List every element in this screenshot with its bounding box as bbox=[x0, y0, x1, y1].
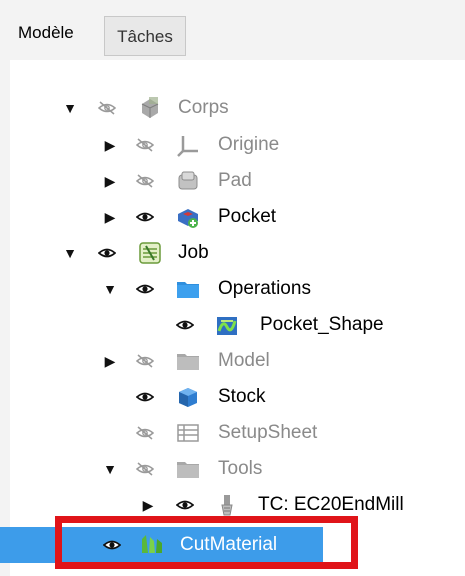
pad-icon bbox=[176, 169, 200, 193]
tree-item-stock[interactable]: Stock bbox=[10, 379, 465, 415]
job-icon bbox=[138, 241, 162, 265]
hidden-eye-icon[interactable] bbox=[134, 415, 156, 451]
hidden-eye-icon[interactable] bbox=[96, 90, 118, 126]
pocket-icon bbox=[176, 205, 200, 229]
hidden-eye-icon[interactable] bbox=[134, 451, 156, 487]
tree-item-origine[interactable]: ▶ Origine bbox=[10, 127, 465, 163]
collapsed-arrow-icon[interactable]: ▶ bbox=[102, 163, 118, 199]
expanded-arrow-icon[interactable]: ▼ bbox=[62, 90, 78, 126]
tree-item-label: SetupSheet bbox=[218, 422, 318, 443]
tree-item-label: Pocket_Shape bbox=[260, 314, 384, 335]
tree-item-label: Pocket bbox=[218, 206, 277, 227]
origin-icon bbox=[176, 133, 200, 157]
tree-item-label: Corps bbox=[178, 97, 229, 118]
expanded-arrow-icon[interactable]: ▼ bbox=[102, 451, 118, 487]
tree-item-pad[interactable]: ▶ Pad bbox=[10, 163, 465, 199]
hidden-eye-icon[interactable] bbox=[134, 163, 156, 199]
eye-icon[interactable] bbox=[174, 307, 196, 343]
eye-icon[interactable] bbox=[96, 235, 118, 271]
collapsed-arrow-icon[interactable]: ▶ bbox=[102, 199, 118, 235]
highlight-box bbox=[55, 516, 358, 569]
tree-item-label: Operations bbox=[218, 278, 311, 299]
tree-item-pocket-shape[interactable]: Pocket_Shape bbox=[10, 307, 465, 343]
eye-icon[interactable] bbox=[134, 271, 156, 307]
collapsed-arrow-icon[interactable]: ▶ bbox=[102, 127, 118, 163]
tree-item-job[interactable]: ▼ Job bbox=[10, 235, 465, 271]
eye-icon[interactable] bbox=[134, 199, 156, 235]
folder-icon bbox=[176, 349, 200, 373]
tree-item-operations[interactable]: ▼ Operations bbox=[10, 271, 465, 307]
tree-item-label: Tools bbox=[218, 458, 263, 479]
hidden-eye-icon[interactable] bbox=[134, 343, 156, 379]
spreadsheet-icon bbox=[176, 421, 200, 445]
eye-icon[interactable] bbox=[134, 379, 156, 415]
tree-item-setupsheet[interactable]: SetupSheet bbox=[10, 415, 465, 451]
model-tree-panel: ▼ Corps ▶ Origine ▶ Pad ▶ Pocket ▼ Job ▼… bbox=[0, 60, 465, 576]
tree-item-label: Stock bbox=[218, 386, 266, 407]
expanded-arrow-icon[interactable]: ▼ bbox=[62, 235, 78, 271]
tree-item-label: Job bbox=[178, 242, 209, 263]
tab-bar: Modèle Tâches bbox=[0, 0, 465, 60]
tree-item-tools[interactable]: ▼ Tools bbox=[10, 451, 465, 487]
tree-item-corps[interactable]: ▼ Corps bbox=[10, 90, 465, 126]
tab-model[interactable]: Modèle bbox=[18, 16, 74, 56]
expanded-arrow-icon[interactable]: ▼ bbox=[102, 271, 118, 307]
collapsed-arrow-icon[interactable]: ▶ bbox=[102, 343, 118, 379]
stock-icon bbox=[176, 385, 200, 409]
body-icon bbox=[138, 96, 162, 120]
tab-tasks[interactable]: Tâches bbox=[104, 16, 186, 56]
folder-icon bbox=[176, 457, 200, 481]
tree-item-label: Model bbox=[218, 350, 270, 371]
folder-icon bbox=[176, 277, 200, 301]
tree-item-label: Pad bbox=[218, 170, 252, 191]
tree-item-model[interactable]: ▶ Model bbox=[10, 343, 465, 379]
tool-controller-icon bbox=[215, 493, 239, 517]
hidden-eye-icon[interactable] bbox=[134, 127, 156, 163]
tree-item-label: Origine bbox=[218, 134, 280, 155]
pocket-shape-icon bbox=[215, 313, 239, 337]
tree-item-pocket[interactable]: ▶ Pocket bbox=[10, 199, 465, 235]
